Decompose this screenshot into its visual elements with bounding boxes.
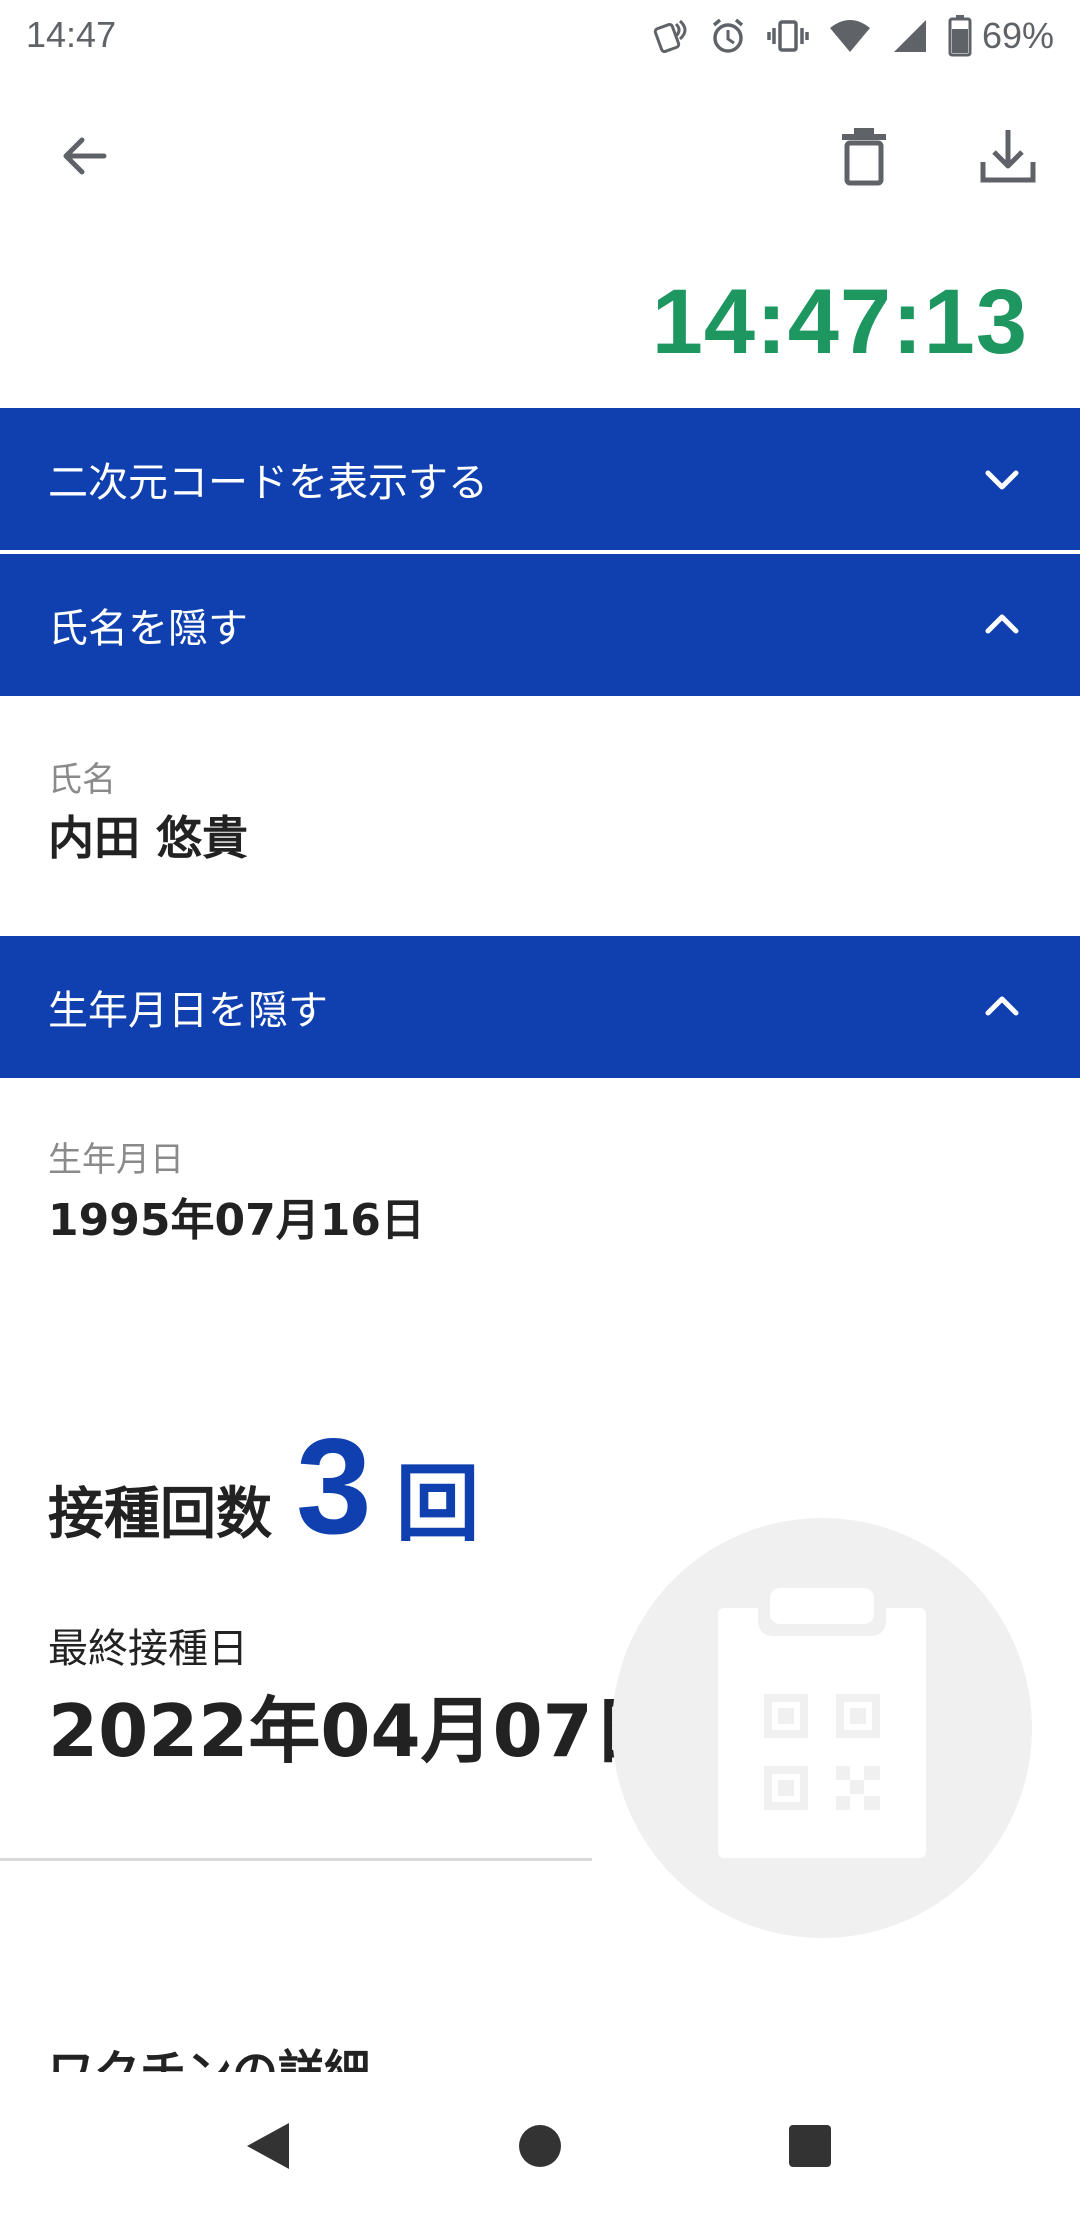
status-bar: 14:47 69% [0, 0, 1080, 72]
nav-home-icon [519, 2125, 561, 2167]
nav-home-button[interactable] [480, 2072, 600, 2220]
chevron-down-icon [985, 470, 1019, 490]
status-icons: 69% [650, 12, 1054, 60]
app-bar [0, 100, 1080, 212]
nfc-icon [650, 16, 690, 56]
nav-recents-icon [789, 2125, 831, 2167]
hide-name-toggle[interactable]: 氏名を隠す [0, 554, 1080, 696]
vaccine-details-heading: ワクチンの詳細 [48, 2045, 370, 2076]
last-vaccination-label: 最終接種日 [48, 1626, 248, 1672]
last-vaccination-date: 2022年04月07日 [48, 1689, 665, 1773]
name-field-value: 内田 悠貴 [48, 811, 249, 865]
clipboard-qr-icon [612, 1518, 1032, 1938]
trash-icon [842, 128, 886, 186]
hide-name-label: 氏名を隠す [48, 606, 248, 652]
vibrate-icon [766, 16, 810, 56]
show-qr-code-label: 二次元コードを表示する [48, 460, 488, 506]
system-nav-bar [0, 2072, 1080, 2220]
live-clock: 14:47:13 [651, 271, 1028, 373]
divider [0, 1858, 592, 1861]
chevron-up-icon [985, 614, 1019, 634]
wifi-icon [828, 16, 872, 56]
nav-back-button[interactable] [208, 2072, 328, 2220]
dob-field-label: 生年月日 [48, 1140, 184, 1180]
download-button[interactable] [960, 108, 1056, 204]
dose-count-unit: 回 [395, 1455, 480, 1553]
dob-field-value: 1995年07月16日 [48, 1195, 425, 1246]
nav-back-icon [247, 2123, 289, 2169]
name-field-label: 氏名 [48, 760, 116, 800]
back-button[interactable] [36, 108, 132, 204]
hide-dob-label: 生年月日を隠す [48, 988, 328, 1034]
hide-dob-toggle[interactable]: 生年月日を隠す [0, 936, 1080, 1078]
download-icon [980, 130, 1036, 183]
signal-icon [890, 16, 930, 56]
dose-count-row: 接種回数 3 回 [48, 1408, 480, 1564]
status-time: 14:47 [26, 14, 117, 55]
delete-button[interactable] [816, 108, 912, 204]
battery-percent: 69% [981, 15, 1054, 56]
alarm-icon [708, 16, 748, 56]
arrow-back-icon [63, 137, 107, 175]
show-qr-code-toggle[interactable]: 二次元コードを表示する [0, 408, 1080, 550]
battery-icon [948, 15, 972, 57]
chevron-up-icon [985, 996, 1019, 1016]
dose-count-value: 3 [296, 1410, 372, 1562]
dose-count-title: 接種回数 [48, 1482, 272, 1547]
nav-recents-button[interactable] [750, 2072, 870, 2220]
